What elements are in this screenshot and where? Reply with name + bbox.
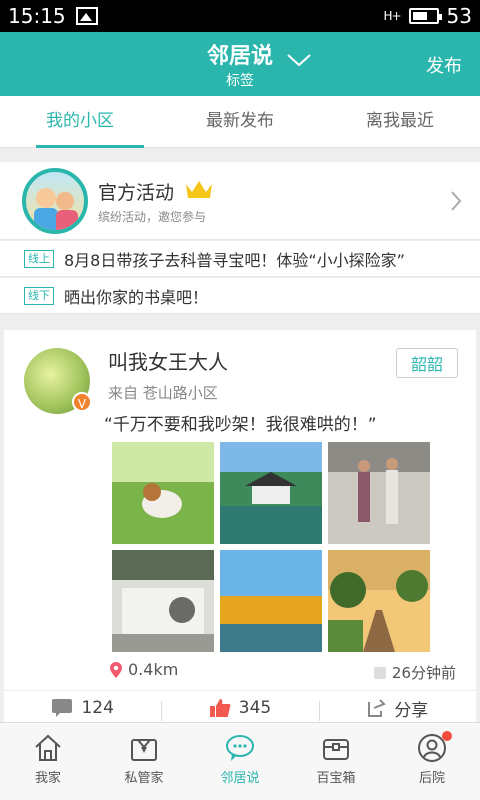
official-activity-desc: 缤纷活动，邀您参与 bbox=[98, 210, 207, 224]
page-subtitle: 标签 bbox=[226, 73, 254, 89]
nav-butler[interactable]: 私管家 bbox=[96, 723, 192, 800]
butler-icon bbox=[131, 739, 157, 761]
tab-bar: 我的小区 最新发布 离我最近 bbox=[0, 96, 480, 148]
share-button[interactable]: 分享 bbox=[318, 691, 476, 725]
share-icon bbox=[368, 699, 387, 717]
chat-icon bbox=[226, 735, 254, 761]
post-location: 0.4km bbox=[110, 660, 178, 679]
like-button[interactable]: 345 bbox=[161, 691, 318, 725]
post-time-text: 26分钟前 bbox=[391, 664, 456, 682]
like-count: 345 bbox=[238, 698, 272, 718]
app-header: 邻居说 标签 发布 bbox=[0, 32, 480, 96]
announcement-text: 晒出你家的书桌吧！ bbox=[64, 287, 209, 307]
offline-tag: 线下 bbox=[24, 286, 54, 305]
page-title[interactable]: 邻居说 bbox=[0, 38, 480, 70]
nav-label: 后院 bbox=[418, 771, 445, 786]
photo-chinese-pavilion[interactable] bbox=[220, 442, 322, 544]
publish-button[interactable]: 发布 bbox=[426, 52, 462, 78]
thumbs-up-icon bbox=[209, 699, 231, 717]
tab-nearest[interactable]: 离我最近 bbox=[320, 96, 480, 147]
chevron-down-icon[interactable] bbox=[286, 52, 312, 68]
status-time: 15:15 bbox=[8, 4, 66, 28]
crown-icon bbox=[186, 181, 212, 198]
nav-label: 百宝箱 bbox=[316, 771, 356, 786]
official-activity-row[interactable]: 官方活动 缤纷活动，邀您参与 bbox=[0, 162, 480, 240]
battery-icon bbox=[408, 8, 442, 24]
nav-label: 我家 bbox=[34, 771, 61, 786]
tab-latest[interactable]: 最新发布 bbox=[160, 96, 320, 147]
photo-grid bbox=[112, 442, 430, 652]
photo-dancing-elders[interactable] bbox=[328, 442, 430, 544]
nav-label: 私管家 bbox=[124, 771, 164, 786]
location-pin-icon bbox=[110, 661, 122, 678]
user-tag-badge: 韶韶 bbox=[395, 348, 458, 378]
bottom-navigation: 我家 私管家 邻居说 百宝箱 后院 bbox=[0, 722, 480, 800]
post-distance: 0.4km bbox=[128, 660, 179, 679]
verified-badge-icon: V bbox=[72, 392, 92, 412]
signal-icon: H+ bbox=[383, 9, 401, 23]
post-card[interactable]: V 叫我女王大人 来自 苍山路小区 韶韶 “千万不要和我吵架！我很难哄的！” 0… bbox=[4, 330, 476, 725]
home-icon bbox=[35, 734, 61, 761]
comment-count: 124 bbox=[81, 698, 114, 718]
nav-label: 邻居说 bbox=[220, 771, 260, 786]
clock-icon bbox=[373, 666, 386, 679]
share-label: 分享 bbox=[394, 700, 429, 721]
battery-level: 53 bbox=[446, 4, 472, 28]
nav-treasure-box[interactable]: 百宝箱 bbox=[288, 723, 384, 800]
post-community: 来自 苍山路小区 bbox=[108, 384, 218, 402]
photo-tree-lined-road[interactable] bbox=[328, 550, 430, 652]
post-text: “千万不要和我吵架！我很难哄的！” bbox=[104, 415, 377, 435]
official-activity-avatar bbox=[22, 168, 88, 234]
online-tag: 线上 bbox=[24, 249, 54, 268]
image-notification-icon bbox=[75, 7, 98, 25]
nav-home[interactable]: 我家 bbox=[0, 723, 96, 800]
post-time: 26分钟前 bbox=[373, 662, 456, 683]
photo-autumn-trees-lake[interactable] bbox=[220, 550, 322, 652]
comment-icon bbox=[52, 699, 73, 717]
nav-backyard[interactable]: 后院 bbox=[384, 723, 480, 800]
notification-dot bbox=[442, 731, 452, 741]
announcement-online[interactable]: 线上 8月8日带孩子去科普寻宝吧！体验“小小探险家” bbox=[0, 241, 480, 277]
post-username[interactable]: 叫我女王大人 bbox=[108, 346, 228, 375]
announcement-text: 8月8日带孩子去科普寻宝吧！体验“小小探险家” bbox=[64, 250, 405, 270]
announcement-offline[interactable]: 线下 晒出你家的书桌吧！ bbox=[0, 278, 480, 314]
status-bar: 15:15 H+ 53 bbox=[0, 0, 480, 32]
treasure-box-icon bbox=[323, 739, 349, 760]
photo-dog-on-lawn[interactable] bbox=[112, 442, 214, 544]
chevron-right-icon bbox=[451, 191, 462, 211]
post-actions: 124 345 分享 bbox=[4, 690, 476, 725]
comment-button[interactable]: 124 bbox=[4, 691, 161, 725]
photo-courtyard-gate[interactable] bbox=[112, 550, 214, 652]
official-activity-title: 官方活动 bbox=[98, 182, 175, 204]
tab-my-community[interactable]: 我的小区 bbox=[0, 96, 160, 148]
nav-neighbors[interactable]: 邻居说 bbox=[192, 723, 288, 800]
